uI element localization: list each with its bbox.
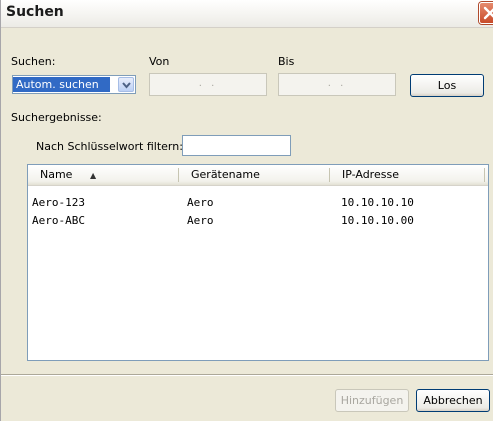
column-header-label: Gerätename <box>191 168 260 181</box>
sort-ascending-icon: ▲ <box>89 171 97 180</box>
column-divider[interactable] <box>484 168 485 182</box>
search-dialog: Suchen Suchen: Von Bis Autom. suchen . .… <box>0 0 493 421</box>
from-label: Von <box>149 55 170 68</box>
column-header-label: Name <box>40 168 73 181</box>
filter-label: Nach Schlüsselwort filtern: <box>36 140 183 153</box>
column-header-label: IP-Adresse <box>342 168 399 181</box>
column-header-name[interactable]: Name ▲ <box>28 165 178 185</box>
list-header: Name ▲ Gerätename IP-Adresse <box>28 165 488 186</box>
footer-divider <box>1 374 493 376</box>
cell-name: Aero-ABC <box>32 214 85 227</box>
from-date-value: . . <box>198 78 218 89</box>
keyword-filter-input[interactable] <box>182 135 291 156</box>
close-icon <box>483 6 493 20</box>
cell-name: Aero-123 <box>32 196 85 209</box>
table-row[interactable]: Aero-123 Aero 10.10.10.10 <box>28 194 488 212</box>
search-label: Suchen: <box>11 55 56 68</box>
search-go-button[interactable]: Los <box>410 74 484 97</box>
to-date-value: . . <box>327 78 347 89</box>
column-header-ip[interactable]: IP-Adresse <box>330 165 480 185</box>
cell-device: Aero <box>187 196 214 209</box>
cell-ip: 10.10.10.00 <box>341 214 414 227</box>
results-label: Suchergebnisse: <box>11 111 102 124</box>
to-label: Bis <box>278 55 295 68</box>
add-button[interactable]: Hinzufügen <box>335 389 409 412</box>
cell-device: Aero <box>187 214 214 227</box>
window-title: Suchen <box>6 4 64 20</box>
title-bar[interactable]: Suchen <box>1 0 493 28</box>
results-list[interactable]: Name ▲ Gerätename IP-Adresse Aero-123 Ae… <box>27 164 489 361</box>
search-mode-value: Autom. suchen <box>13 77 110 92</box>
to-date-field[interactable]: . . <box>278 73 396 96</box>
chevron-down-icon <box>122 82 131 89</box>
from-date-field[interactable]: . . <box>149 73 267 96</box>
close-button[interactable] <box>479 2 493 24</box>
cancel-button[interactable]: Abbrechen <box>416 389 490 412</box>
column-header-device[interactable]: Gerätename <box>179 165 329 185</box>
dropdown-button[interactable] <box>118 77 134 92</box>
cell-ip: 10.10.10.10 <box>341 196 414 209</box>
search-mode-select[interactable]: Autom. suchen <box>12 75 136 94</box>
table-row[interactable]: Aero-ABC Aero 10.10.10.00 <box>28 212 488 230</box>
